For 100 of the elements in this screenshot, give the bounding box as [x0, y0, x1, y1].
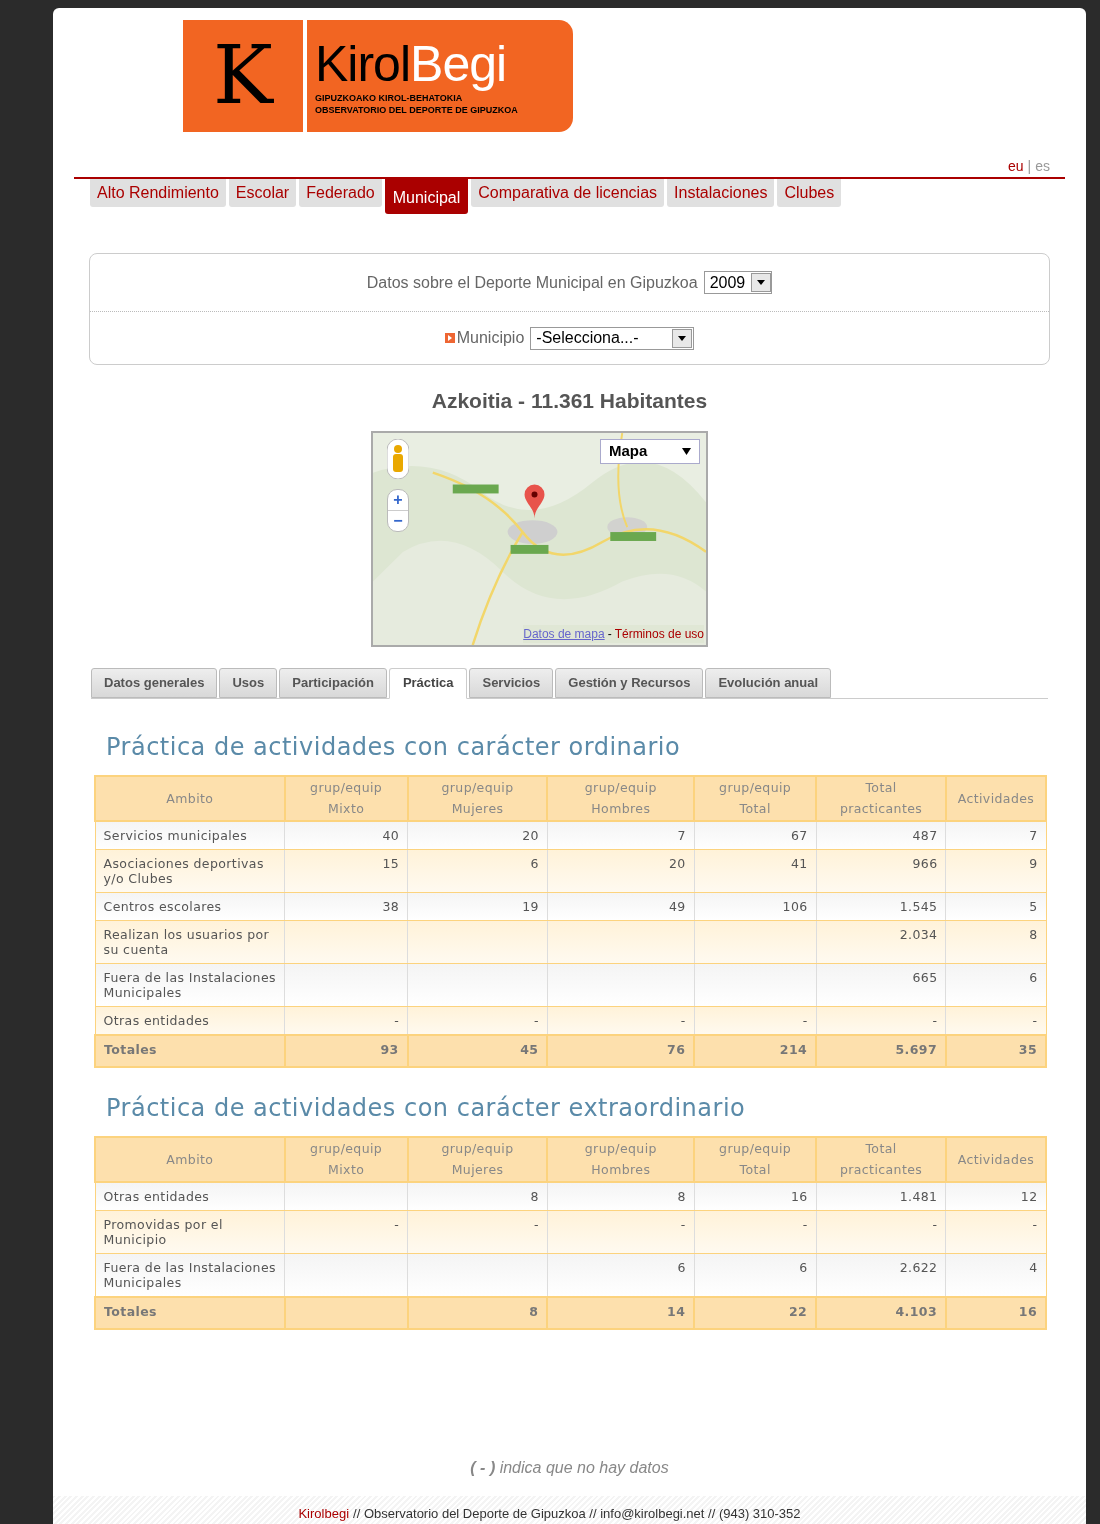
column-header: Total practicantes [816, 775, 946, 821]
table-cell: Totales [104, 1304, 157, 1320]
table-cell: 49 [669, 898, 686, 914]
table-cell: - [802, 1216, 808, 1232]
map-type-select[interactable]: Mapa [600, 438, 700, 464]
section-tab[interactable]: Participación [279, 667, 387, 698]
language-separator: | [1027, 157, 1032, 176]
year-select[interactable]: 2009 [703, 271, 773, 294]
table-cell: - [932, 1012, 938, 1028]
section-tab[interactable]: Datos generales [91, 667, 218, 698]
table-cell: - [394, 1216, 400, 1232]
table-cell: 45 [520, 1042, 539, 1058]
caret-icon [678, 335, 687, 341]
table-cell: Centros escolares [103, 898, 222, 914]
table-cell: - [932, 1216, 938, 1232]
table-cell: - [680, 1012, 686, 1028]
table-cell: 16 [1018, 1304, 1037, 1320]
table-cell: - [534, 1216, 539, 1232]
caret-icon [757, 280, 766, 285]
nav-tab[interactable]: Clubes [777, 179, 842, 207]
zoom-in-button[interactable]: + [388, 489, 408, 510]
table-cell: 665 [912, 969, 938, 985]
nav-tab[interactable]: Instalaciones [667, 179, 775, 207]
nav-tab[interactable]: Municipal [384, 179, 469, 214]
table-cell: 9 [1029, 855, 1038, 871]
terms-link[interactable]: Términos de uso [614, 624, 704, 643]
table-cell: 15 [382, 855, 400, 871]
table-cell: 4.103 [895, 1304, 937, 1320]
table-cell: 93 [380, 1042, 399, 1058]
table-cell: - [394, 1012, 400, 1028]
table-cell: 76 [667, 1042, 686, 1058]
table-cell: 5 [1029, 898, 1038, 914]
nav-tab[interactable]: Federado [299, 179, 382, 207]
table-cell: Asociaciones deportivas y/o Clubes [103, 855, 264, 886]
logo-subtitle: GIPUZKOAKO KIROL-BEHATOKIA [315, 92, 464, 104]
table-cell: - [1032, 1216, 1038, 1232]
column-header: Actividades [946, 775, 1046, 821]
footer-text: // Observatorio del Deporte de Gipuzkoa // info@kirolbegi.net // (943) 310-352 [353, 1504, 801, 1523]
table-cell: 2.034 [899, 926, 938, 942]
table-cell: 5.697 [895, 1042, 937, 1058]
column-header: grup/equip Total [694, 775, 817, 821]
table-cell: 22 [788, 1304, 808, 1320]
nav-tab[interactable]: Comparativa de licencias [471, 179, 665, 207]
column-header: grup/equip Hombres [547, 775, 695, 821]
table-cell: 2.622 [899, 1259, 938, 1275]
municipio-select[interactable]: -Selecciona...- [530, 326, 695, 350]
logo-name: KirolBegi [315, 36, 508, 92]
table-cell: Fuera de las Instalaciones Municipales [103, 1259, 276, 1290]
section-title: Práctica de actividades con carácter extraordinario [106, 1092, 747, 1124]
column-header: Total practicantes [816, 1136, 946, 1182]
table-cell: 8 [530, 1188, 539, 1204]
table-cell: 14 [667, 1304, 686, 1320]
table-cell: - [1032, 1012, 1038, 1028]
table-cell: 214 [779, 1042, 808, 1058]
table-cell: 8 [677, 1188, 686, 1204]
language-link[interactable]: es [1035, 156, 1050, 177]
logo[interactable]: K KirolBegi GIPUZKOAKO KIROL-BEHATOKIA OBSERVATORIO DEL DEPORTE DE GIPUZKOA [183, 20, 573, 132]
table-cell: Totales [104, 1042, 157, 1058]
column-header: grup/equip Hombres [547, 1136, 695, 1182]
column-header: Ambito [95, 1136, 285, 1182]
table-cell: 38 [382, 898, 400, 914]
column-header: grup/equip Total [694, 1136, 817, 1182]
table-cell: 8 [1029, 926, 1038, 942]
section-tab[interactable]: Práctica [388, 667, 468, 699]
logo-subtitle: OBSERVATORIO DEL DEPORTE DE GIPUZKOA [315, 104, 518, 116]
section-tab[interactable]: Usos [219, 667, 278, 698]
language-link[interactable]: eu [1008, 156, 1024, 177]
map-data-link[interactable]: Datos de mapa [523, 624, 605, 643]
table-cell: 7 [677, 827, 686, 843]
table-cell: 8 [529, 1304, 539, 1320]
table-cell: 67 [790, 827, 808, 843]
section-tab[interactable]: Servicios [469, 667, 554, 698]
zoom-out-button[interactable]: − [388, 509, 408, 531]
bullet-icon [444, 333, 455, 343]
column-header: grup/equip Mixto [284, 1136, 408, 1182]
municipio-label: Municipio [456, 328, 525, 348]
table-cell: 6 [1029, 969, 1038, 985]
section-tab[interactable]: Evolución anual [705, 667, 832, 698]
table-cell: 35 [1018, 1042, 1037, 1058]
table-cell: Otras entidades [103, 1188, 210, 1204]
legend-note: ( - ) indica que no hay datos [469, 1458, 670, 1478]
section-title: Práctica de actividades con carácter ordinario [106, 731, 682, 763]
table-cell: - [680, 1216, 686, 1232]
table-cell: Realizan los usuarios por su cuenta [103, 926, 270, 957]
table-cell: 1.481 [899, 1188, 938, 1204]
table-cell: 4 [1029, 1259, 1038, 1275]
table-cell: 20 [669, 855, 686, 871]
table-cell: 966 [912, 855, 938, 871]
nav-tab[interactable]: Escolar [228, 179, 297, 207]
map-link-separator: - [607, 625, 612, 643]
table-cell: 7 [1029, 827, 1038, 843]
logo-letter: K [213, 36, 273, 116]
section-tab[interactable]: Gestión y Recursos [555, 667, 704, 698]
nav-tab[interactable]: Alto Rendimiento [90, 179, 226, 207]
column-header: Ambito [95, 775, 285, 821]
table-cell: 41 [790, 855, 808, 871]
table-cell: Promovidas por el Municipio [103, 1216, 223, 1247]
table-cell: 40 [382, 827, 400, 843]
person-icon[interactable] [387, 438, 409, 479]
brand-link[interactable]: Kirolbegi [298, 1503, 350, 1523]
